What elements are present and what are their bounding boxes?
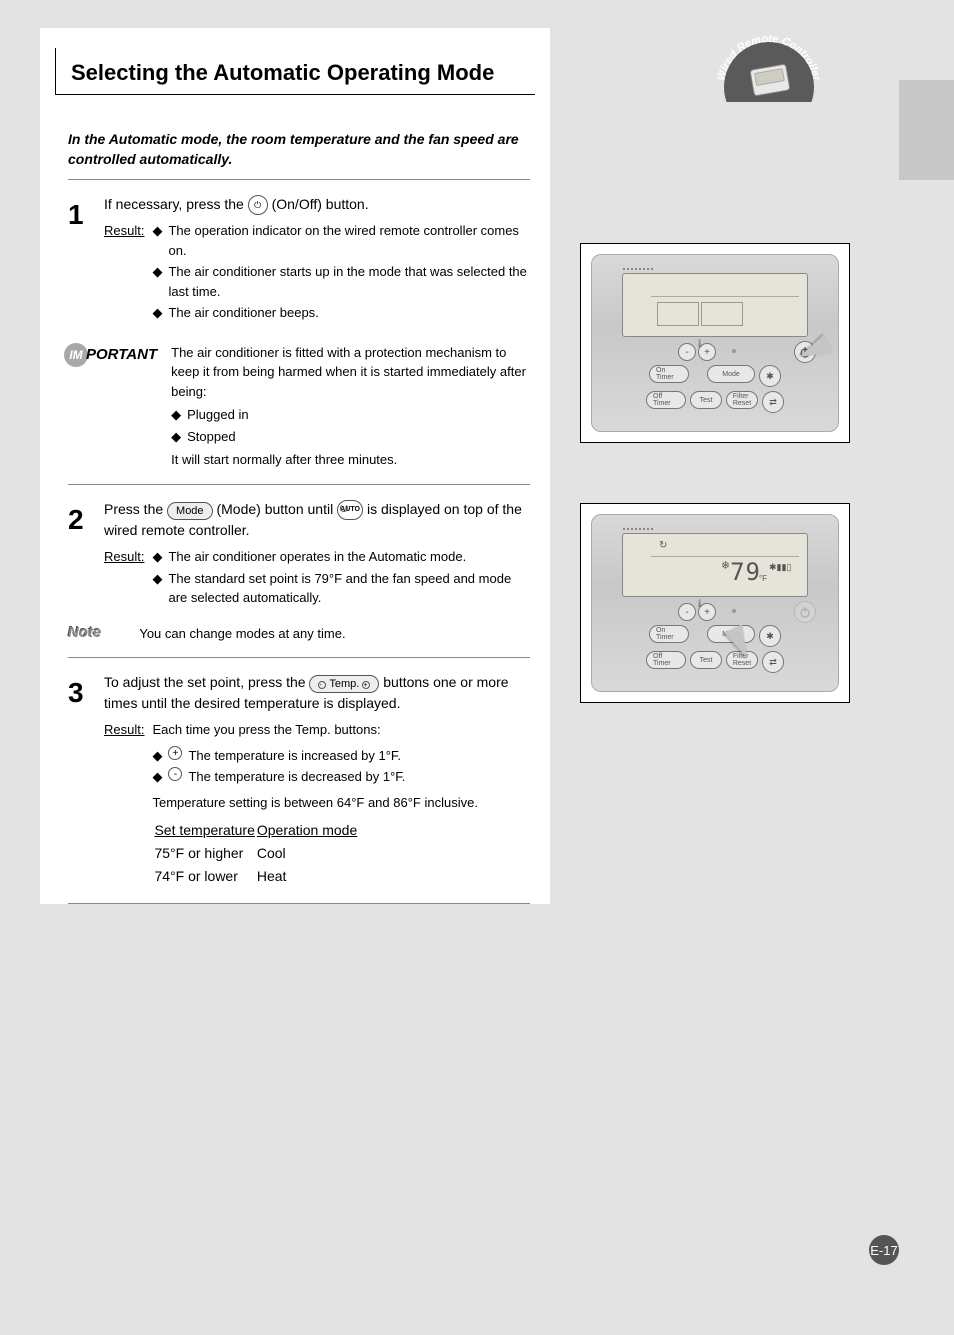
step2-text-b: (Mode) button until [216,501,337,517]
title-text: Selecting the Automatic Operating Mode [71,60,494,85]
indicator-led [732,609,736,613]
lcd-fan-icon: ✱▮▮▯ [769,562,797,580]
power-button[interactable] [794,601,816,623]
step-2: 2 Press the Mode (Mode) button until AUT… [68,499,530,610]
step3-range: Temperature setting is between 64°F and … [152,793,477,813]
remote-lcd: ↻ ❄79 °F ✱▮▮▯ [622,533,808,597]
divider [68,657,530,658]
table-cell: Heat [257,866,357,887]
temp-down-button[interactable]: - [678,603,696,621]
speaker-vents [622,257,672,269]
lcd-unit: °F [759,574,767,583]
important-body: The air conditioner is fitted with a pro… [171,343,530,402]
remote-illustration-2: ↻ ❄79 °F ✱▮▮▯ - + 🌡 On Timer Mode ✱ [580,503,850,703]
note-body: You can change modes at any time. [139,624,345,644]
auto-icon: AUTO [337,500,363,520]
temp-thermometer-icon: 🌡 [695,339,705,348]
mode-button-inline: Mode [167,502,213,520]
power-icon: ⏻ [248,195,268,215]
speaker-vents [622,517,672,529]
divider [68,179,530,180]
step1-text-b: (On/Off) button. [272,196,369,212]
step3-row2: The temperature is decreased by 1°F. [188,767,405,787]
step-number: 1 [68,194,92,325]
temp-label: Temp. [329,678,359,690]
note-label: Note [68,624,101,641]
temp-thermometer-icon: 🌡 [695,599,705,608]
page-content: Selecting the Automatic Operating Mode I… [40,28,550,904]
table-cell: Cool [257,843,357,864]
mode-table: Set temperature Operation mode 75°F or h… [152,818,359,889]
indicator-led [732,349,736,353]
fan-button[interactable]: ✱ [759,625,781,647]
divider [68,903,530,904]
lcd-temperature: ❄79 [722,558,761,586]
note-callout: Note You can change modes at any time. [68,624,530,644]
minus-icon: - [168,767,182,781]
result-label: Result: [104,221,144,325]
important-body-b: It will start normally after three minut… [171,450,530,470]
result-label: Result: [104,547,144,610]
step1-text-a: If necessary, press the [104,196,248,212]
filter-reset-button[interactable]: Filter Reset [726,391,758,409]
step3-result-body: Each time you press the Temp. buttons: [152,720,477,740]
step3-text-a: To adjust the set point, press the [104,674,309,690]
step2-text-a: Press the [104,501,167,517]
step-3: 3 To adjust the set point, press the - T… [68,672,530,889]
page-number: E-17 [869,1235,899,1265]
illustration-column: - + 🌡 On Timer Mode ✱ Off Timer Test Fil… [555,28,875,763]
mode-button[interactable]: Mode [707,365,755,383]
on-timer-button[interactable]: On Timer [649,365,689,383]
table-header-2: Operation mode [257,820,357,841]
step1-bullet-2: The air conditioner starts up in the mod… [168,262,530,301]
step-1: 1 If necessary, press the ⏻ (On/Off) but… [68,194,530,325]
result-label: Result: [104,720,144,889]
important-bullet-1: Plugged in [187,405,248,425]
off-timer-button[interactable]: Off Timer [646,391,686,409]
step2-bullet-2: The standard set point is 79°F and the f… [168,569,530,608]
table-header-1: Set temperature [154,820,254,841]
table-cell: 74°F or lower [154,866,254,887]
plus-icon: + [168,746,182,760]
step1-bullet-1: The operation indicator on the wired rem… [168,221,530,260]
test-button[interactable]: Test [690,651,722,669]
step-number: 2 [68,499,92,610]
remote-lcd [622,273,808,337]
sidebar-tab [899,80,954,180]
on-timer-button[interactable]: On Timer [649,625,689,643]
off-timer-button[interactable]: Off Timer [646,651,686,669]
test-button[interactable]: Test [690,391,722,409]
swing-button[interactable]: ⇄ [762,651,784,673]
intro-text: In the Automatic mode, the room temperat… [68,130,530,169]
important-label: IMPORTANT [64,343,157,367]
step1-bullet-3: The air conditioner beeps. [168,303,318,323]
page-title: Selecting the Automatic Operating Mode [55,48,535,95]
important-callout: IMPORTANT The air conditioner is fitted … [64,343,530,470]
callout-pointer [795,334,832,366]
remote-illustration-1: - + 🌡 On Timer Mode ✱ Off Timer Test Fil… [580,243,850,443]
temp-down-button[interactable]: - [678,343,696,361]
table-cell: 75°F or higher [154,843,254,864]
divider [68,484,530,485]
temp-button-inline: - Temp. + [309,675,379,693]
step2-bullet-1: The air conditioner operates in the Auto… [168,547,466,567]
step-number: 3 [68,672,92,889]
lcd-auto-icon: ↻ [659,540,675,556]
important-bullet-2: Stopped [187,427,235,447]
fan-button[interactable]: ✱ [759,365,781,387]
swing-button[interactable]: ⇄ [762,391,784,413]
step3-row1: The temperature is increased by 1°F. [188,746,401,766]
